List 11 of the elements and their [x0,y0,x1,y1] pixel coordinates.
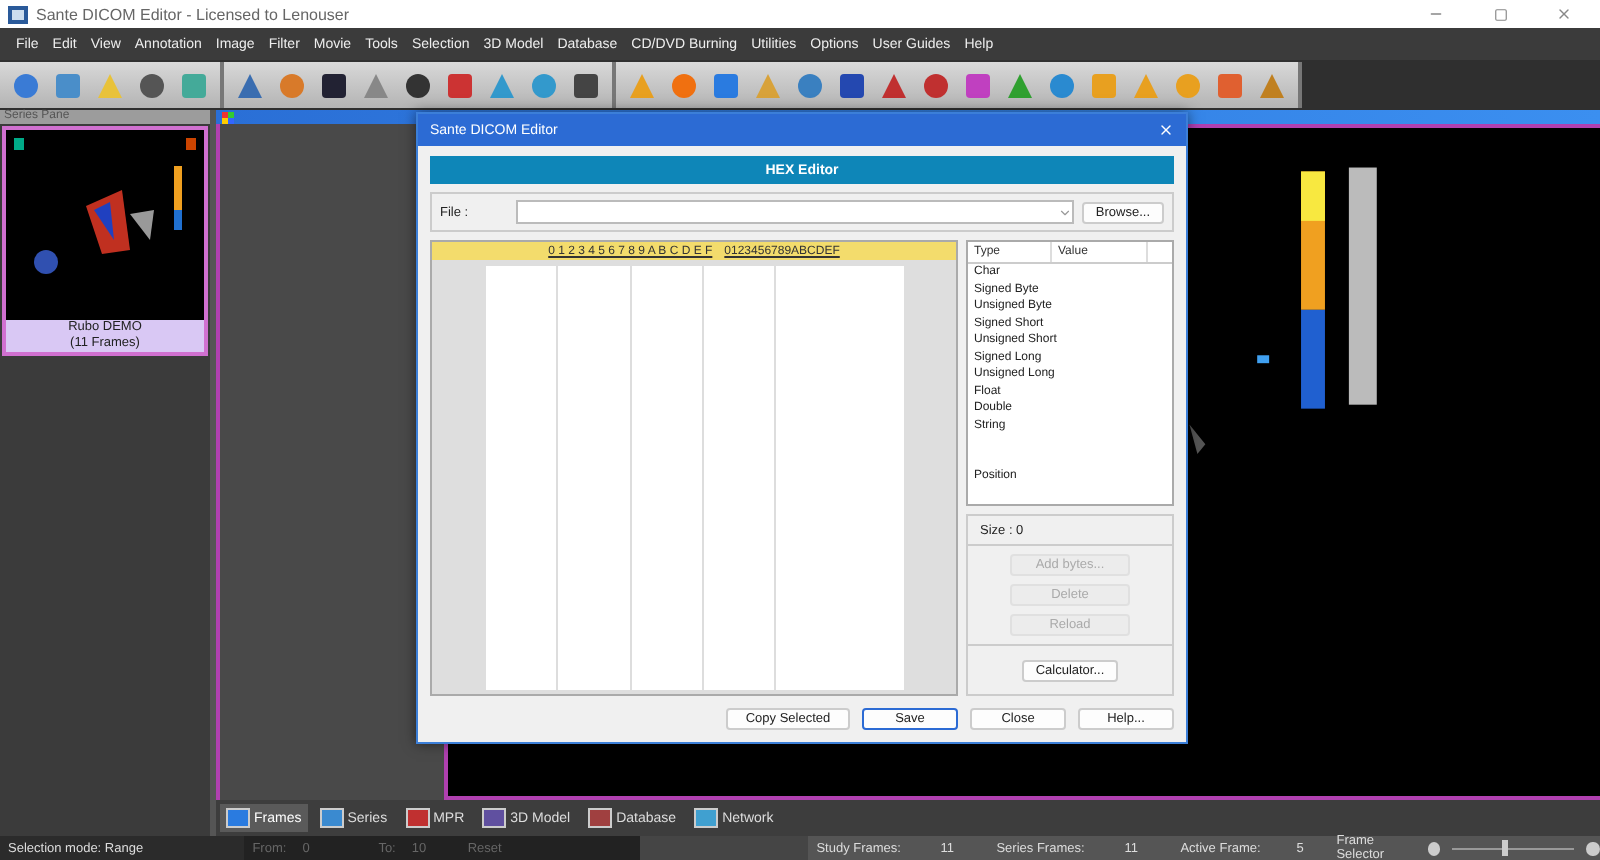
slider-thumb[interactable] [1501,839,1508,855]
close-icon[interactable] [1556,6,1572,22]
window-title: Sante DICOM Editor - Licensed to Lenouser [36,5,352,23]
chevron-down-icon[interactable] [1057,205,1072,219]
maximize-icon[interactable] [1493,7,1507,21]
file-dropdown[interactable] [516,200,1074,224]
app-icon [8,5,28,23]
plus-icon[interactable] [1586,841,1600,855]
layout-icon[interactable] [222,111,234,123]
minus-icon[interactable] [1427,841,1441,855]
hex-grid[interactable] [485,266,903,690]
